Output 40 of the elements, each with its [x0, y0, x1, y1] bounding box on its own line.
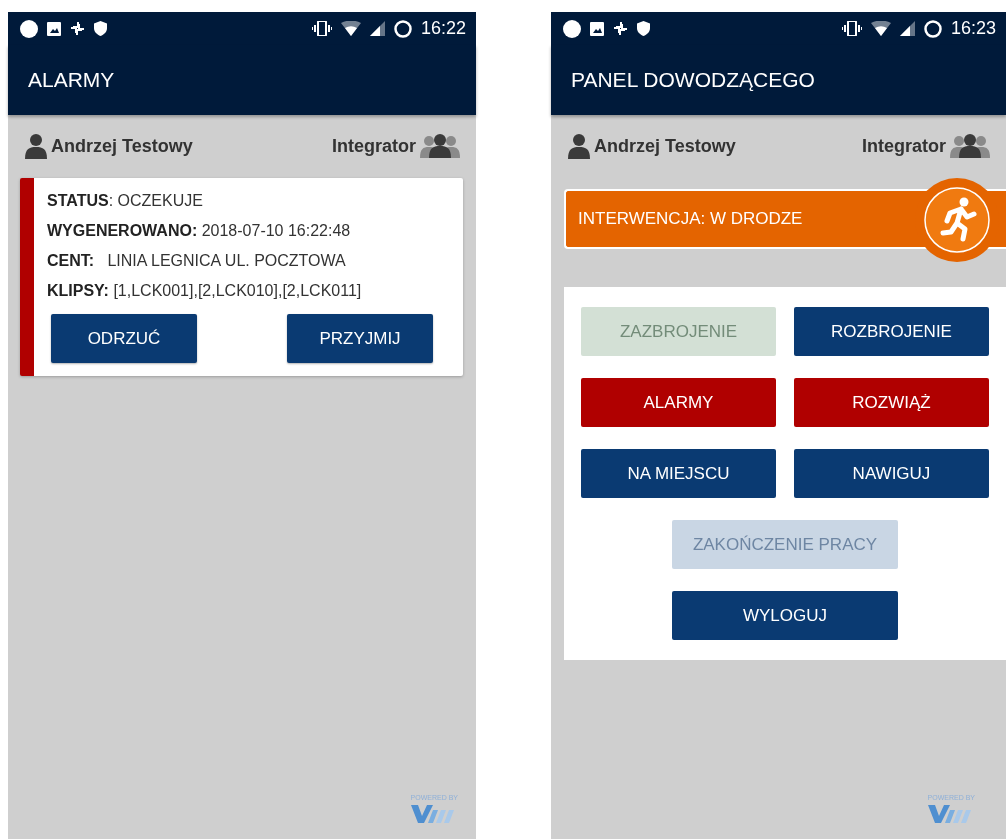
group-icon [420, 134, 460, 158]
wifi-icon [340, 21, 361, 36]
person-icon [25, 133, 47, 159]
group-icon [950, 134, 990, 158]
action-button[interactable]: ROZWIĄŻ [794, 378, 989, 427]
pinwheel-icon [613, 21, 628, 36]
shield-icon [637, 21, 650, 36]
alarm-action-button[interactable]: PRZYJMIJ [287, 314, 433, 363]
clock-time: 16:22 [420, 18, 466, 39]
vibrate-icon [841, 21, 862, 36]
alarm-action-button[interactable]: ODRZUĆ [51, 314, 197, 363]
wifi-icon [870, 21, 891, 36]
signal-icon [899, 21, 915, 36]
alarm-detail: WYGENEROWANO: 2018-07-10 16:22:48 [47, 221, 352, 241]
action-button[interactable]: NA MIEJSCU [581, 449, 776, 498]
user-role: Integrator [332, 135, 416, 157]
user-role: Integrator [862, 135, 946, 157]
action-button[interactable]: NAWIGUJ [794, 449, 989, 498]
dot-icon [563, 19, 581, 38]
clock-time: 16:23 [950, 18, 996, 39]
action-button[interactable]: ALARMY [581, 378, 776, 427]
alarm-detail: CENT: LINIA LEGNICA UL. POCZTOWA [47, 251, 347, 271]
screen-title: ALARMY [28, 68, 115, 92]
pinwheel-icon [70, 21, 85, 36]
person-icon [568, 133, 590, 159]
action-button[interactable]: ROZBROJENIE [794, 307, 989, 356]
ring-icon [923, 19, 942, 38]
action-button[interactable]: WYLOGUJ [672, 591, 898, 640]
alarm-detail: KLIPSY: [1,LCK001],[2,LCK010],[2,LCK011] [47, 281, 363, 301]
signal-icon [369, 21, 385, 36]
dot-icon [20, 19, 38, 38]
shield-icon [94, 21, 107, 36]
vibrate-icon [311, 21, 332, 36]
image-icon [47, 21, 61, 36]
ring-icon [393, 19, 412, 38]
user-name: Andrzej Testowy [594, 135, 736, 157]
user-name: Andrzej Testowy [51, 135, 193, 157]
image-icon [590, 21, 604, 36]
alarm-detail: STATUS: OCZEKUJE [47, 191, 204, 211]
screen-title: PANEL DOWODZĄCEGO [571, 68, 815, 92]
